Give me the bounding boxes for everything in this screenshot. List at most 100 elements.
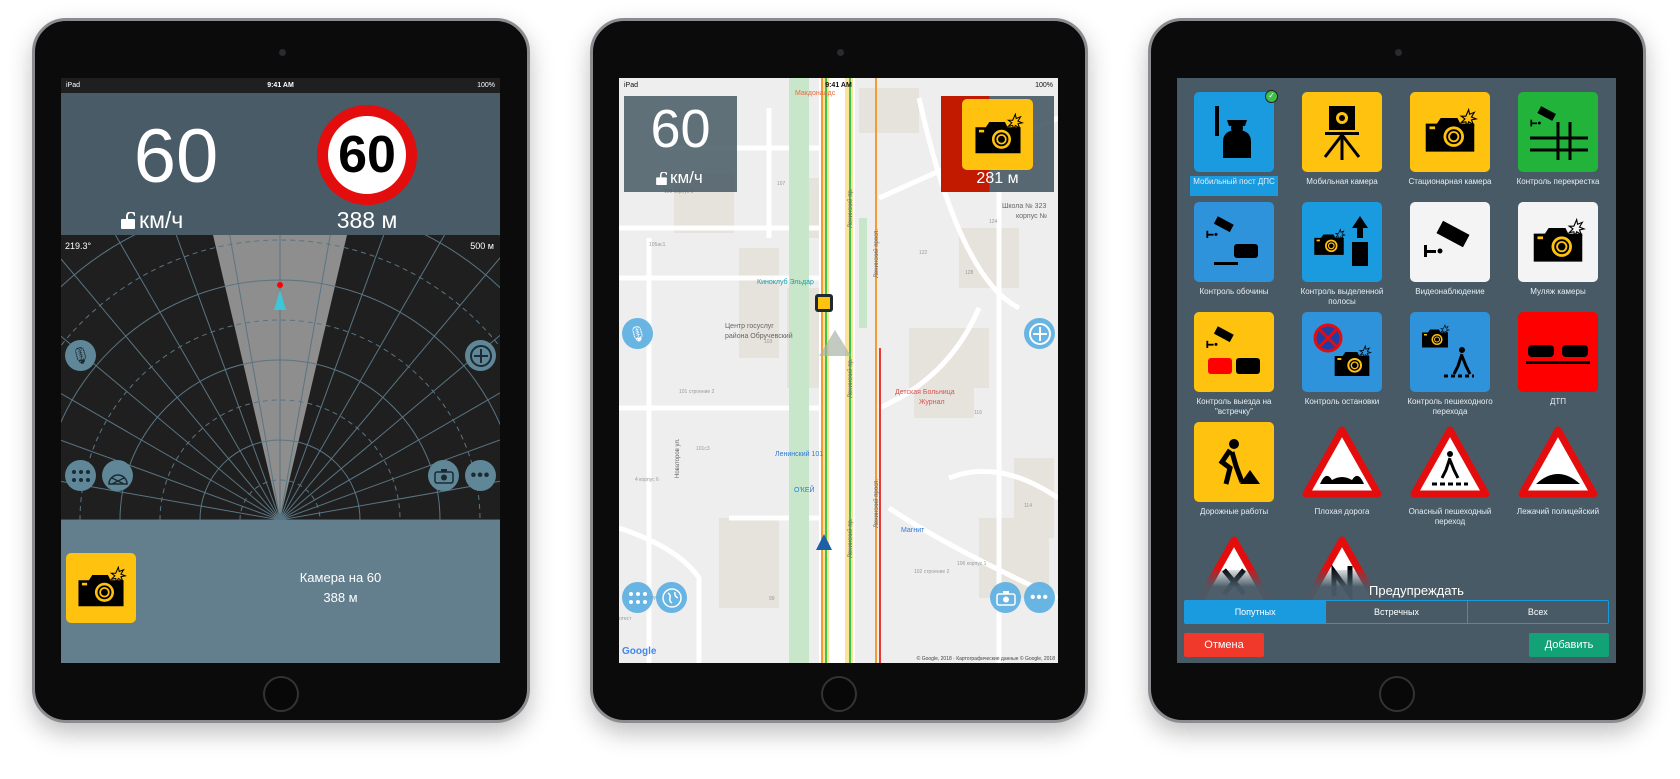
menu-button[interactable] — [622, 582, 653, 613]
point-type-label: Дорожные работы — [1199, 507, 1269, 516]
point-type-tripod[interactable]: Мобильная камера — [1294, 92, 1390, 196]
speed-box: 60 км/ч — [624, 96, 737, 192]
point-type-pedcam[interactable]: Контроль пешеходного перехода — [1402, 312, 1498, 418]
speed-unit-toggle[interactable]: км/ч — [656, 168, 703, 188]
camera-distance: 281 м — [976, 170, 1019, 187]
status-battery: 100% — [477, 82, 495, 89]
point-type-label: Стационарная камера — [1408, 177, 1492, 186]
point-type-label: Контроль обочины — [1199, 287, 1269, 296]
nostop-icon — [1302, 312, 1382, 392]
point-type-tri-bump[interactable]: Лежачий полицейский — [1510, 422, 1606, 526]
warn-label: Предупреждать — [1369, 583, 1464, 598]
google-logo: Google — [622, 646, 657, 657]
grid-menu-icon — [628, 591, 647, 604]
point-type-cctv[interactable]: Видеонаблюдение — [1402, 202, 1498, 306]
point-type-police[interactable]: ✓ Мобильный пост ДПС — [1186, 90, 1282, 196]
grid-menu-icon — [71, 469, 90, 482]
plus-circle-icon — [469, 344, 492, 367]
park-strip — [859, 218, 867, 328]
map-label: отест — [619, 616, 632, 622]
status-bar: iPad 9:41 AM 100% — [61, 78, 500, 93]
segment-all[interactable]: Всех — [1468, 601, 1608, 623]
direction-segmented-control: Попутных Встречных Всех — [1184, 600, 1609, 624]
worker-icon — [1194, 422, 1274, 502]
photo-button[interactable] — [428, 460, 459, 491]
add-point-button[interactable] — [1024, 318, 1055, 349]
camera-icon — [1410, 92, 1490, 172]
speed-unit-toggle[interactable]: км/ч — [121, 207, 183, 234]
alert-panel: Камера на 60 388 м — [61, 520, 500, 663]
point-type-label: Контроль выезда на "встречку" — [1196, 397, 1272, 416]
map-label: Киноклуб Эльдар — [757, 278, 814, 286]
more-button[interactable]: ••• — [465, 460, 496, 491]
home-button[interactable] — [1379, 676, 1415, 712]
point-type-camera[interactable]: Стационарная камера — [1402, 92, 1498, 196]
radar-icon — [107, 473, 128, 485]
front-camera — [279, 49, 286, 56]
home-button[interactable] — [821, 676, 857, 712]
map-label: Журнал — [919, 399, 945, 406]
point-type-shoulder[interactable]: Контроль обочины — [1186, 202, 1282, 306]
point-type-label: ДТП — [1549, 397, 1567, 406]
map-label: Детская Больница — [895, 389, 955, 396]
point-type-label: Контроль перекрестка — [1516, 177, 1600, 186]
park-strip — [789, 78, 809, 663]
street-label: Ленинский просп. — [873, 229, 880, 278]
street-label: Ленинский пр. — [847, 358, 854, 398]
segment-same-direction[interactable]: Попутных — [1185, 601, 1327, 623]
point-type-worker[interactable]: Дорожные работы — [1186, 422, 1282, 526]
home-button[interactable] — [263, 676, 299, 712]
menu-button[interactable] — [65, 460, 96, 491]
cancel-button[interactable]: Отмена — [1184, 633, 1264, 657]
more-button[interactable]: ••• — [1024, 582, 1055, 613]
crash-icon — [1518, 312, 1598, 392]
status-time: 9:41 AM — [267, 82, 294, 89]
point-type-crossroad[interactable]: Контроль перекрестка — [1510, 92, 1606, 196]
more-icon: ••• — [470, 466, 491, 484]
map-label: 103 — [764, 339, 773, 345]
tri-bump-icon — [1518, 422, 1598, 502]
point-type-crash[interactable]: ДТП — [1510, 312, 1606, 416]
map-label: Магнит — [901, 527, 925, 534]
point-type-oncoming[interactable]: Контроль выезда на "встречку" — [1186, 312, 1282, 418]
speed-limit-sign: 60 — [317, 105, 417, 205]
add-button[interactable]: Добавить — [1529, 633, 1609, 657]
speed-camera-icon — [962, 99, 1033, 170]
map-label: 101 строение 2 — [679, 389, 715, 395]
map-attribution[interactable]: © Google, 2018 · Картографические данные… — [917, 656, 1055, 662]
point-type-label: Контроль остановки — [1304, 397, 1380, 406]
street-label: Новаторов ул. — [675, 438, 681, 478]
map-mode-button[interactable] — [102, 460, 133, 491]
alert-distance: 388 м — [323, 590, 358, 605]
building — [739, 248, 779, 358]
point-types-screen: ✓ Мобильный пост ДПС Мобильная камера Стаци… — [1177, 78, 1616, 663]
add-point-button[interactable] — [465, 340, 496, 371]
voice-button[interactable]: 🎙 — [65, 340, 96, 371]
point-type-tri-ped[interactable]: Опасный пешеходный переход — [1402, 422, 1498, 528]
current-speed: 60 — [133, 114, 219, 199]
selected-check-icon: ✓ — [1265, 90, 1278, 103]
unlock-icon — [121, 212, 135, 229]
point-type-label: Лежачий полицейский — [1516, 507, 1600, 516]
more-icon: ••• — [1030, 589, 1049, 606]
point-type-tri-bumps[interactable]: Плохая дорога — [1294, 422, 1390, 526]
street-label: Ленинский пр. — [847, 518, 854, 558]
globe-button[interactable] — [656, 582, 687, 613]
map-label: Ленинский 101 — [775, 450, 823, 458]
map-label: 4 корпус 6 — [635, 477, 659, 483]
photo-button[interactable] — [990, 582, 1021, 613]
segment-oncoming[interactable]: Встречных — [1326, 601, 1468, 623]
camera-alert-box[interactable]: 281 м — [941, 96, 1054, 192]
point-type-camera[interactable]: Муляж камеры — [1510, 202, 1606, 306]
building — [859, 88, 919, 133]
map-label: Центр госуслуг — [725, 323, 774, 330]
crossroad-icon — [1518, 92, 1598, 172]
police-icon: ✓ — [1194, 90, 1278, 172]
building — [719, 518, 779, 608]
map-label: 99 — [769, 596, 775, 602]
point-type-buslane[interactable]: Контроль выделенной полосы — [1294, 202, 1390, 308]
street-label: Ленинский просп. — [873, 479, 880, 528]
map-label: 102 строение 2 — [914, 569, 950, 575]
voice-button[interactable]: 🎙 — [622, 318, 653, 349]
point-type-nostop[interactable]: Контроль остановки — [1294, 312, 1390, 416]
